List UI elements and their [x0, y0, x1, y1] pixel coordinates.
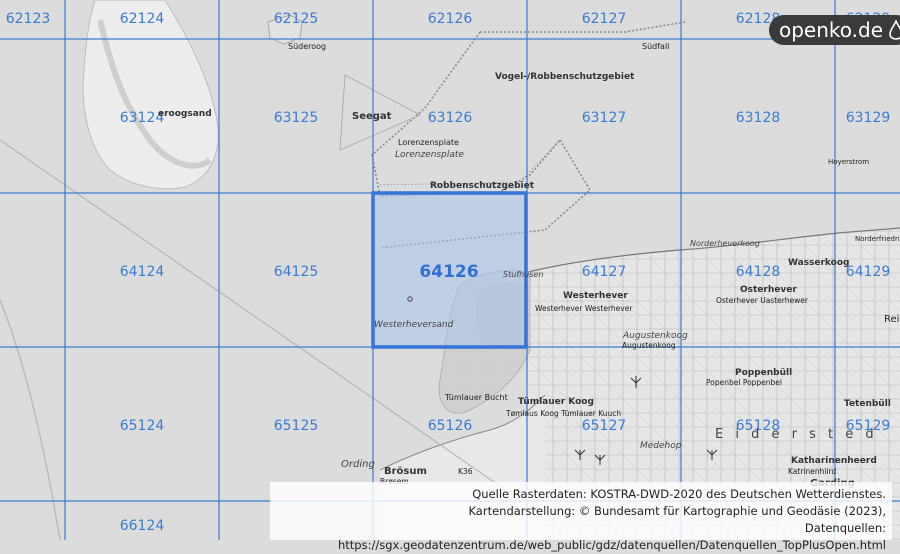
- place-robbenschutzgebiet: Robbenschutzgebiet: [430, 181, 535, 191]
- place-katharinenheerd-sub: Katrinenhiird: [788, 467, 837, 476]
- place-sueder-oog: Süderoog: [288, 42, 327, 51]
- place-westerhever: Westerhever: [563, 291, 628, 301]
- place-stufhusen: Stufhusen: [503, 270, 544, 279]
- place-poppenbuell-sub: Popenbel Poppenbel: [706, 378, 783, 387]
- place-tuemlauer-bucht: Tümlauer Bucht: [445, 393, 508, 402]
- grid-label-62126: 62126: [427, 11, 473, 27]
- attribution-box: Quelle Rasterdaten: KOSTRA-DWD-2020 des …: [270, 482, 892, 552]
- grid-label-65127: 65127: [581, 418, 627, 434]
- raindrop-icon: [889, 20, 900, 40]
- place-seegat: Seegat: [352, 111, 392, 122]
- grid-label-64127: 64127: [581, 264, 627, 280]
- grid-label-62123: 62123: [5, 11, 51, 27]
- place-norderfriedrichskoog: Norderfriedrichskoog: [855, 235, 900, 243]
- place-tuemlauer-koog: Tümlauer Koog: [518, 397, 594, 407]
- grid-label-65125: 65125: [273, 418, 319, 434]
- place-ording: Ording: [341, 459, 375, 470]
- grid-label-63125: 63125: [273, 110, 319, 126]
- attribution-line-1: Quelle Rasterdaten: KOSTRA-DWD-2020 des …: [472, 487, 886, 501]
- logo-text: openko.de: [779, 18, 884, 42]
- grid-label-66124: 66124: [119, 518, 165, 534]
- place-westerheversand: Westerheversand: [374, 320, 454, 330]
- grid-label-63126: 63126: [427, 110, 473, 126]
- place-eroogsand: eroogsand: [158, 109, 212, 119]
- place-katharinenheerd: Katharinenheerd: [791, 456, 877, 466]
- place-augustenkoog-sub: Augustenkoog: [622, 341, 676, 350]
- place-poppenbuell: Poppenbüll: [735, 368, 793, 378]
- place-eiderstedt: E i d e r s t e d: [715, 427, 878, 442]
- road-label-k36: K36: [458, 467, 473, 476]
- place-vogel-schutzgebiet: Vogel-/Robbenschutzgebiet: [495, 72, 635, 82]
- grid-label-62124: 62124: [119, 11, 165, 27]
- grid-label-64125: 64125: [273, 264, 319, 280]
- place-osterhever: Osterhever: [740, 285, 797, 295]
- grid-label-64124: 64124: [119, 264, 165, 280]
- highlight-cell-label: 64126: [419, 262, 479, 282]
- place-norderheverkoog: Norderheverkoog: [690, 239, 760, 248]
- grid-label-63127: 63127: [581, 110, 627, 126]
- openko-logo[interactable]: openko.de: [769, 15, 900, 45]
- place-wasserkoog: Wasserkoog: [788, 258, 850, 268]
- attribution-line-2: Kartendarstellung: © Bundesamt für Karto…: [468, 504, 886, 518]
- place-medehop: Medehop: [640, 441, 682, 451]
- place-lorenzensplate-2: Lorenzensplate: [395, 150, 464, 160]
- grid-label-65124: 65124: [119, 418, 165, 434]
- grid-label-65126: 65126: [427, 418, 473, 434]
- grid-label-63129: 63129: [845, 110, 891, 126]
- place-westerhever-sub: Westerhever Westerhever: [535, 304, 633, 313]
- place-sudfall: Südfall: [642, 42, 670, 51]
- place-rei: Rei: [884, 314, 900, 325]
- place-hoyerstrom: Hoyerstrom: [828, 158, 870, 166]
- grid-label-62125: 62125: [273, 11, 319, 27]
- grid-label-63128: 63128: [735, 110, 781, 126]
- place-broesum: Brösum: [384, 466, 427, 477]
- place-tetenbuell: Tetenbüll: [844, 399, 891, 409]
- place-lorenzensplate-1: Lorenzensplate: [398, 138, 459, 147]
- place-augustenkoog: Augustenkoog: [623, 331, 688, 341]
- place-tuemlauer-sub: Tømlaus Koog Tümlauer Kuuch: [506, 409, 622, 418]
- attribution-line-3: Datenquellen: https://sgx.geodatenzentru…: [338, 521, 886, 552]
- grid-label-62127: 62127: [581, 11, 627, 27]
- place-osterhever-sub: Osterhever Uasterhewer: [716, 296, 808, 305]
